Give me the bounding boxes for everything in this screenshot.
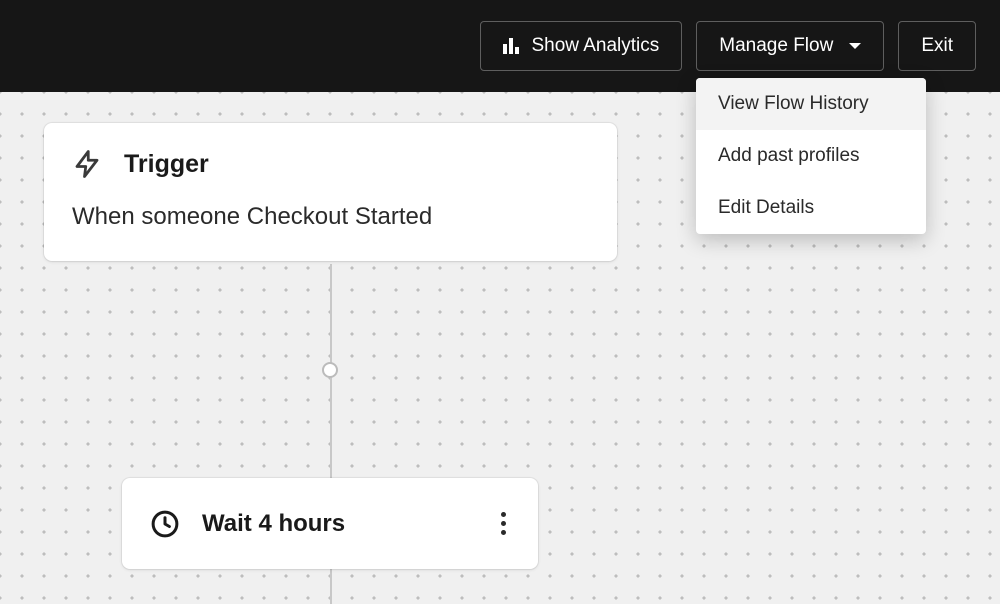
dropdown-item-edit-details[interactable]: Edit Details <box>696 182 926 234</box>
show-analytics-label: Show Analytics <box>531 35 659 57</box>
clock-icon <box>150 509 180 539</box>
manage-flow-dropdown: View Flow History Add past profiles Edit… <box>696 78 926 234</box>
more-options-icon[interactable] <box>493 506 514 541</box>
dropdown-item-label: Edit Details <box>718 197 814 218</box>
wait-card[interactable]: Wait 4 hours <box>122 478 538 569</box>
dropdown-item-add-past-profiles[interactable]: Add past profiles <box>696 130 926 182</box>
lightning-icon <box>72 149 102 179</box>
wait-title: Wait 4 hours <box>202 510 345 538</box>
manage-flow-button[interactable]: Manage Flow <box>696 21 884 71</box>
show-analytics-button[interactable]: Show Analytics <box>480 21 682 71</box>
dropdown-item-label: Add past profiles <box>718 145 860 166</box>
trigger-card[interactable]: Trigger When someone Checkout Started <box>44 123 617 261</box>
analytics-icon <box>503 38 519 54</box>
connector-node[interactable] <box>322 362 338 378</box>
exit-button[interactable]: Exit <box>898 21 976 71</box>
caret-down-icon <box>849 43 861 49</box>
trigger-title: Trigger <box>124 150 209 179</box>
dropdown-item-label: View Flow History <box>718 93 869 114</box>
exit-label: Exit <box>921 35 953 57</box>
trigger-header: Trigger <box>72 149 589 179</box>
wait-card-left: Wait 4 hours <box>150 509 345 539</box>
trigger-description: When someone Checkout Started <box>72 203 589 231</box>
dropdown-item-view-flow-history[interactable]: View Flow History <box>696 78 926 130</box>
manage-flow-label: Manage Flow <box>719 35 833 57</box>
